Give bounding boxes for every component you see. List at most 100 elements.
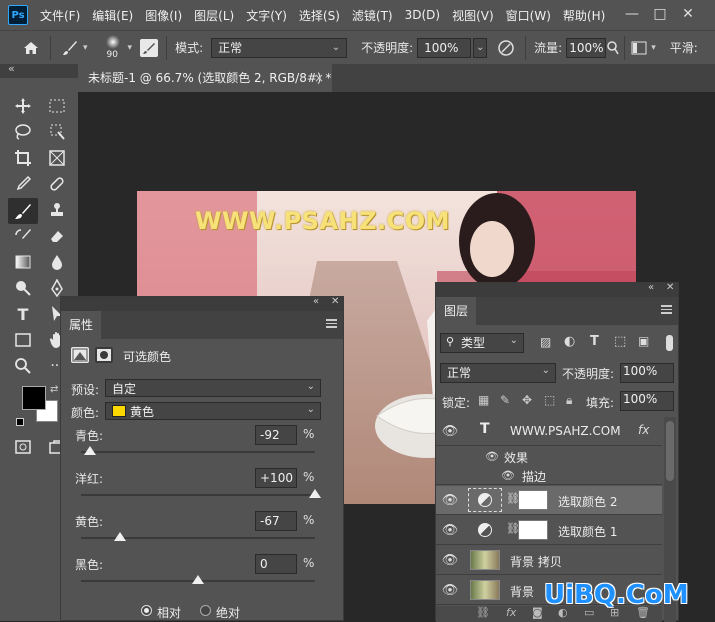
color-select[interactable]: 黄色 ⌄ <box>105 402 321 420</box>
home-icon[interactable] <box>20 37 42 59</box>
menu-select[interactable]: 选择(S) <box>299 7 340 24</box>
filter-smart-object-icon[interactable]: ▣ <box>638 334 649 348</box>
close-tab-icon[interactable]: × <box>314 64 324 92</box>
layer-row-text[interactable]: 👁︎ T WWW.PSAHZ.COM fx <box>436 417 662 446</box>
quick-selection-tool-icon[interactable] <box>44 120 70 144</box>
restore-button[interactable]: □ <box>652 6 668 22</box>
layer-row-selective-color-1[interactable]: 👁︎ ⛓︎ 选取颜色 1 <box>436 516 662 545</box>
layer-effects-row[interactable]: 👁︎ 效果 <box>436 447 662 466</box>
close-icon[interactable]: ✕ <box>331 296 339 307</box>
menu-3d[interactable]: 3D(D) <box>405 8 440 22</box>
menu-view[interactable]: 视图(V) <box>452 7 494 24</box>
brush-tool-selected-icon[interactable] <box>8 198 38 224</box>
scrollbar-thumb[interactable] <box>666 421 674 481</box>
layer-mask-thumb[interactable] <box>518 520 548 540</box>
properties-tab[interactable]: 属性 <box>61 311 102 339</box>
lock-transparent-icon[interactable]: ▦ <box>478 393 489 407</box>
toolbar-collapse[interactable]: « <box>0 62 78 78</box>
type-tool-icon[interactable]: T <box>10 302 36 326</box>
close-window-button[interactable]: ✕ <box>680 6 696 22</box>
minimize-button[interactable]: — <box>624 6 640 22</box>
visibility-eye-icon[interactable]: 👁︎ <box>442 552 459 568</box>
menu-file[interactable]: 文件(F) <box>40 7 80 24</box>
mask-icon[interactable] <box>95 347 113 363</box>
quick-mask-icon[interactable] <box>10 435 36 459</box>
link-layers-icon[interactable]: ⛓︎ <box>476 606 490 619</box>
visibility-eye-icon[interactable]: 👁︎ <box>500 467 516 483</box>
layer-mask-thumb[interactable] <box>518 490 548 510</box>
fx-icon[interactable]: fx <box>638 423 649 437</box>
add-mask-icon[interactable]: ◙ <box>532 606 543 619</box>
panel-toggle-icon[interactable] <box>629 37 649 59</box>
collapse-icon[interactable]: « <box>313 296 319 307</box>
visibility-eye-icon[interactable]: 👁︎ <box>484 448 500 464</box>
layer-row-selective-color-2[interactable]: 👁︎ ⛓︎ 选取颜色 2 <box>436 486 662 515</box>
collapse-icon[interactable]: « <box>648 282 654 293</box>
menu-image[interactable]: 图像(I) <box>145 7 182 24</box>
flow-input[interactable]: 100% <box>566 37 607 58</box>
chevron-down-icon[interactable]: ▾ <box>651 43 656 53</box>
slider-track[interactable] <box>81 451 315 453</box>
default-colors-icon[interactable] <box>16 418 24 426</box>
menu-type[interactable]: 文字(Y) <box>246 7 287 24</box>
pressure-opacity-icon[interactable] <box>495 37 517 59</box>
history-brush-tool-icon[interactable] <box>10 224 36 248</box>
foreground-color-swatch[interactable] <box>22 386 46 410</box>
filter-type-icon[interactable]: T <box>590 334 599 349</box>
dodge-tool-icon[interactable] <box>10 276 36 300</box>
fill-input[interactable]: 100% <box>620 391 674 411</box>
marquee-tool-icon[interactable] <box>44 94 70 118</box>
gradient-tool-icon[interactable] <box>10 250 36 274</box>
filter-toggle[interactable] <box>666 335 673 351</box>
menu-help[interactable]: 帮助(H) <box>563 7 605 24</box>
chevron-down-icon[interactable]: ⌄ <box>473 37 488 58</box>
collapse-icon[interactable]: « <box>8 62 15 75</box>
absolute-radio[interactable] <box>200 605 211 616</box>
preset-select[interactable]: 自定 ⌄ <box>105 379 321 397</box>
lock-all-icon[interactable]: 🔒︎ <box>566 393 572 408</box>
filter-shape-icon[interactable]: ⬚ <box>614 334 626 349</box>
slider-thumb[interactable] <box>309 489 321 498</box>
blend-mode-select[interactable]: 正常 ⌄ <box>440 363 556 383</box>
visibility-eye-icon[interactable]: 👁︎ <box>442 582 459 598</box>
move-tool-icon[interactable] <box>10 94 36 118</box>
layer-stroke-row[interactable]: 👁︎ 描边 <box>436 465 662 485</box>
swap-colors-icon[interactable]: ⇄ <box>50 384 58 395</box>
relative-radio[interactable] <box>141 605 152 616</box>
panel-menu-icon[interactable] <box>661 305 672 314</box>
add-style-icon[interactable]: fx <box>506 606 516 619</box>
lock-image-icon[interactable]: ✎ <box>500 393 510 407</box>
brush-tool-icon[interactable] <box>59 37 81 59</box>
airbrush-icon[interactable] <box>606 37 620 59</box>
lock-position-icon[interactable]: ✥ <box>522 393 532 407</box>
layer-opacity-input[interactable]: 100% <box>620 363 674 383</box>
zoom-tool-icon[interactable] <box>10 354 36 378</box>
filter-pixel-icon[interactable]: ▨ <box>540 335 551 349</box>
chevron-down-icon[interactable]: ▾ <box>83 43 88 53</box>
frame-tool-icon[interactable] <box>44 146 70 170</box>
blur-tool-icon[interactable] <box>44 250 70 274</box>
close-icon[interactable]: ✕ <box>666 282 674 293</box>
adjustment-icon[interactable] <box>71 347 89 363</box>
clone-stamp-tool-icon[interactable] <box>44 198 70 222</box>
eyedropper-tool-icon[interactable] <box>10 172 36 196</box>
slider-value-input[interactable]: -92 <box>255 425 297 445</box>
brush-settings-icon[interactable] <box>140 38 159 57</box>
slider-thumb[interactable] <box>192 575 204 584</box>
panel-menu-icon[interactable] <box>326 319 337 328</box>
menu-filter[interactable]: 滤镜(T) <box>352 7 393 24</box>
layers-tab[interactable]: 图层 <box>436 297 477 325</box>
menu-edit[interactable]: 编辑(E) <box>92 7 133 24</box>
mode-select[interactable]: 正常 ⌄ <box>211 37 348 58</box>
crop-tool-icon[interactable] <box>10 146 36 170</box>
rectangle-tool-icon[interactable] <box>10 328 36 352</box>
slider-track[interactable] <box>81 494 315 496</box>
healing-brush-tool-icon[interactable] <box>44 172 70 196</box>
brush-preset-picker[interactable]: 90 <box>98 33 128 63</box>
filter-adjustment-icon[interactable]: ◐ <box>564 334 575 349</box>
lock-artboard-icon[interactable]: ⬚ <box>544 393 555 407</box>
eraser-tool-icon[interactable] <box>44 224 70 248</box>
menu-layer[interactable]: 图层(L) <box>194 7 234 24</box>
slider-thumb[interactable] <box>84 446 97 455</box>
slider-thumb[interactable] <box>113 532 126 541</box>
